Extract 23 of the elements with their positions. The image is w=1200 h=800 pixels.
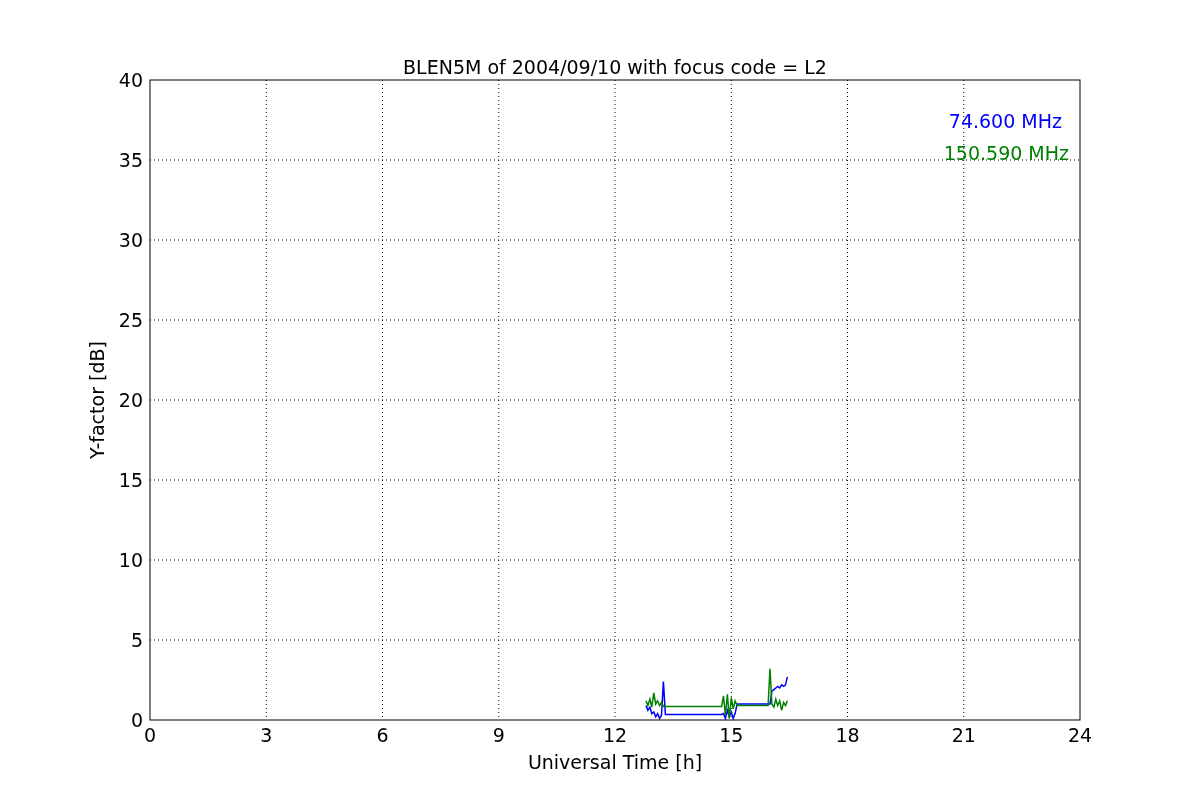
y-tick-label: 10 — [118, 549, 143, 571]
legend-label: 74.600 MHz — [948, 110, 1062, 132]
x-tick-label: 24 — [1067, 724, 1093, 746]
x-axis-label: Universal Time [h] — [527, 751, 703, 773]
y-tick-label: 40 — [118, 69, 143, 91]
y-tick-label: 5 — [130, 629, 143, 651]
x-tick-label: 21 — [951, 724, 976, 746]
y-tick-label: 30 — [118, 229, 143, 251]
y-tick-label: 25 — [118, 309, 143, 331]
x-tick-label: 15 — [719, 724, 744, 746]
x-tick-label: 12 — [602, 724, 628, 746]
y-tick-label: 35 — [118, 149, 143, 171]
x-tick-label: 0 — [143, 724, 157, 746]
x-tick-label: 9 — [492, 724, 505, 746]
chart-title: BLEN5M of 2004/09/10 with focus code = L2 — [403, 56, 827, 78]
y-tick-label: 0 — [130, 709, 143, 731]
y-tick-label: 15 — [118, 469, 143, 491]
y-axis-label: Y-factor [dB] — [86, 341, 108, 459]
x-tick-label: 3 — [260, 724, 273, 746]
y-tick-label: 20 — [118, 389, 143, 411]
x-tick-label: 18 — [835, 724, 860, 746]
legend-label: 150.590 MHz — [943, 142, 1069, 164]
x-tick-label: 6 — [376, 724, 389, 746]
